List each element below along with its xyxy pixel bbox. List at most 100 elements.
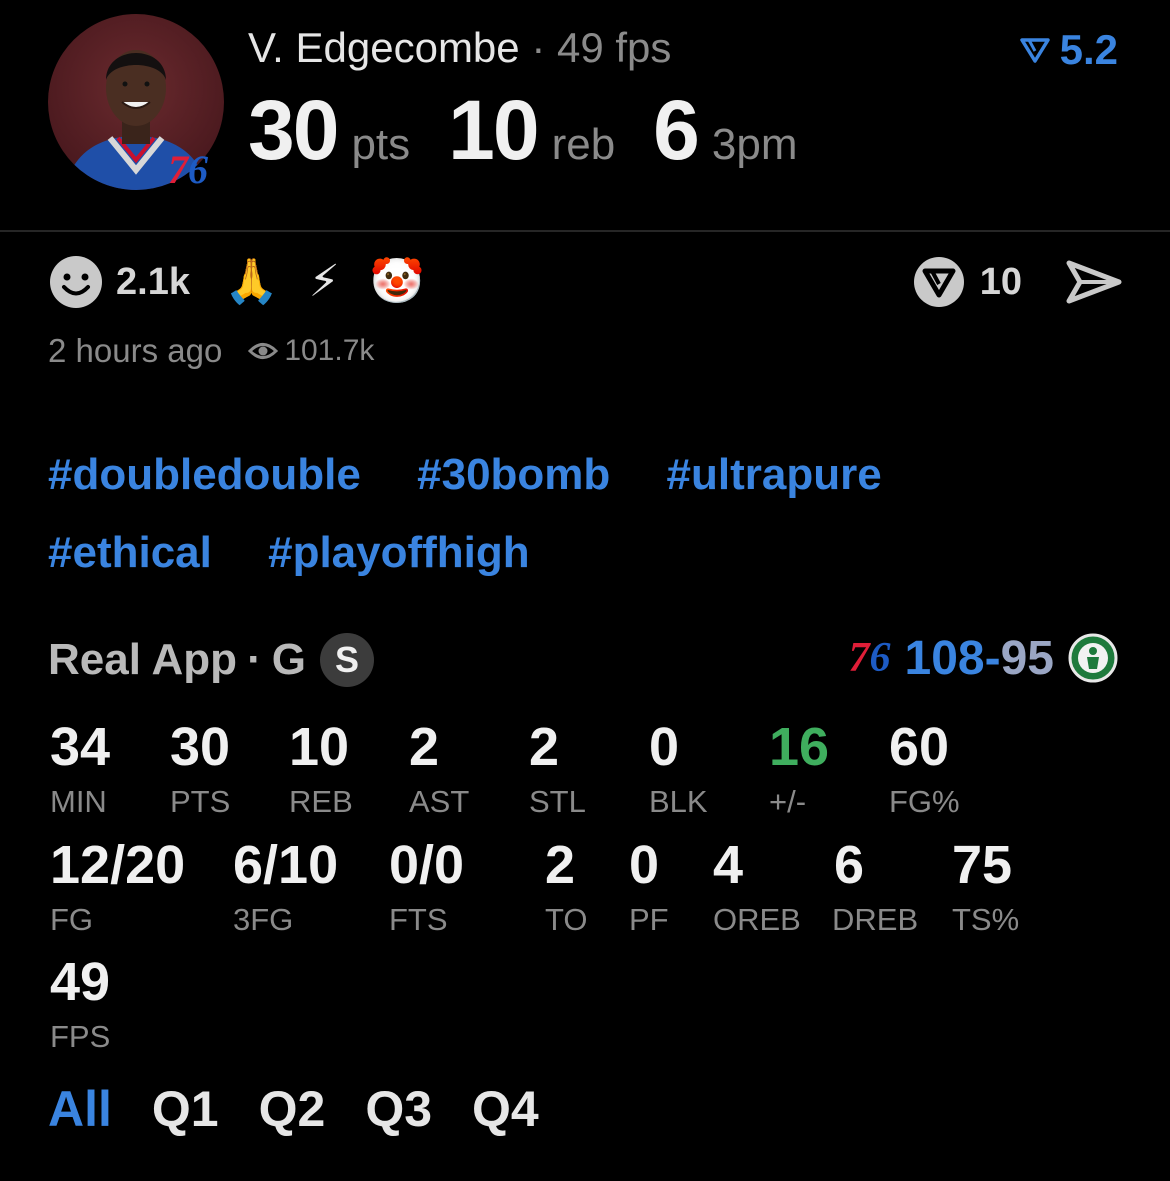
stat-label: STL (529, 784, 586, 819)
status-badge: S (319, 633, 374, 687)
stat-value: 0 (649, 717, 680, 777)
hashtag[interactable]: #doubledouble (48, 436, 361, 514)
away-score: 95 (1000, 631, 1054, 685)
stat-fts: 0/0 FTS (389, 838, 464, 938)
stat-value: 75 (952, 835, 1013, 895)
stat-value: 6/10 (233, 835, 339, 895)
hashtag[interactable]: #ethical (48, 514, 212, 592)
eye-icon (248, 343, 279, 359)
headline-3pm-value: 6 (653, 83, 700, 177)
stat-fps: 49 FPS (50, 955, 110, 1055)
stat-value: 12/20 (50, 835, 186, 895)
stat-label: PTS (170, 784, 231, 819)
lightning-emoji-icon[interactable]: ⚡ (309, 260, 340, 304)
home-logo-six: 6 (869, 635, 891, 681)
stat-label: TS% (952, 902, 1020, 937)
headline-stats: 30 pts 10 reb 6 3pm (248, 82, 835, 179)
view-count: 101.7k (248, 334, 374, 368)
stat-value: 30 (170, 717, 231, 777)
stat-ast: 2 AST (409, 720, 469, 820)
stat-value: 4 (713, 835, 744, 895)
score-dash: - (984, 631, 1001, 685)
stat-label: FG% (889, 784, 960, 819)
team-logo-seven: 7 (168, 147, 188, 192)
stat-dreb: 6 DREB (832, 838, 918, 938)
stat-label: TO (545, 902, 588, 937)
player-position: G (271, 635, 306, 684)
title-separator: · (531, 24, 546, 71)
stat-value: 2 (409, 717, 440, 777)
stat-label: 3FG (233, 902, 294, 937)
stat-fg-pct: 60 FG% (889, 720, 960, 820)
stat-pts: 30 PTS (170, 720, 230, 820)
tab-q4[interactable]: Q4 (472, 1080, 539, 1138)
send-icon[interactable] (1066, 259, 1122, 305)
hashtag[interactable]: #ultrapure (667, 436, 882, 514)
stat-value: 34 (50, 717, 111, 777)
stat-label: FTS (389, 902, 448, 937)
comment-count[interactable]: 10 (980, 261, 1022, 304)
headline-reb-unit: reb (551, 120, 616, 169)
tab-q2[interactable]: Q2 (259, 1080, 326, 1138)
stat-label: BLK (649, 784, 708, 819)
headline-3pm-unit: 3pm (711, 120, 798, 169)
tab-q3[interactable]: Q3 (365, 1080, 432, 1138)
game-score[interactable]: 76 108-95 (849, 628, 1118, 688)
stat-value: 0/0 (389, 835, 465, 895)
pray-emoji-icon[interactable]: 🙏 (224, 260, 279, 304)
stat-label: AST (409, 784, 470, 819)
post-time: 2 hours ago (48, 332, 223, 369)
stat-label: DREB (832, 902, 919, 937)
stat-value: 6 (834, 835, 865, 895)
player-fps: 49 fps (557, 24, 672, 71)
stat-value: 49 (50, 952, 111, 1012)
player-name[interactable]: V. Edgecombe (248, 24, 520, 71)
celtics-logo-icon (1068, 633, 1118, 683)
reaction-count[interactable]: 2.1k (116, 261, 190, 304)
stat-label: FG (50, 902, 94, 937)
stat-value: 0 (629, 835, 660, 895)
player-title[interactable]: V. Edgecombe · 49 fps (248, 24, 671, 72)
stat-reb: 10 REB (289, 720, 353, 820)
stat-value: 2 (545, 835, 576, 895)
stat-plus-minus: 16 +/- (769, 720, 829, 820)
quarter-tabs: All Q1 Q2 Q3 Q4 (48, 1080, 539, 1138)
view-count-value: 101.7k (284, 334, 375, 367)
clown-emoji-icon[interactable]: 🤡 (370, 260, 425, 304)
rating-logo-icon (1019, 38, 1050, 63)
headline-reb-value: 10 (448, 83, 539, 177)
stat-source: Real App · G S (48, 632, 374, 688)
team-logo: 76 (168, 150, 208, 190)
post-actions: 10 (912, 254, 1122, 310)
tab-q1[interactable]: Q1 (152, 1080, 219, 1138)
rating-value: 5.2 (1059, 26, 1118, 73)
stat-label: REB (289, 784, 353, 819)
stat-blk: 0 BLK (649, 720, 708, 820)
stat-stl: 2 STL (529, 720, 586, 820)
team-logo-six: 6 (188, 147, 208, 192)
stat-value: 16 (769, 717, 830, 777)
stat-label: PF (629, 902, 669, 937)
header-divider (0, 230, 1170, 232)
stat-to: 2 TO (545, 838, 588, 938)
hashtag[interactable]: #playoffhigh (268, 514, 530, 592)
tab-all[interactable]: All (48, 1080, 112, 1138)
stat-label: +/- (769, 784, 807, 819)
rating-badge[interactable]: 5.2 (1019, 26, 1118, 74)
source-separator: · (247, 635, 262, 684)
stat-label: FPS (50, 1019, 111, 1054)
stat-min: 34 MIN (50, 720, 110, 820)
hashtag[interactable]: #30bomb (417, 436, 610, 514)
headline-pts-unit: pts (351, 120, 411, 169)
smiley-icon[interactable] (48, 254, 104, 310)
stat-pf: 0 PF (629, 838, 669, 938)
home-logo-seven: 7 (848, 635, 870, 681)
home-score: 108 (904, 631, 985, 685)
stat-3fg: 6/10 3FG (233, 838, 338, 938)
stat-oreb: 4 OREB (713, 838, 801, 938)
score-line: 108-95 (905, 631, 1054, 686)
comment-logo-icon[interactable] (912, 255, 966, 309)
stat-value: 60 (889, 717, 950, 777)
stat-ts-pct: 75 TS% (952, 838, 1019, 938)
home-team-logo: 76 (849, 637, 891, 679)
